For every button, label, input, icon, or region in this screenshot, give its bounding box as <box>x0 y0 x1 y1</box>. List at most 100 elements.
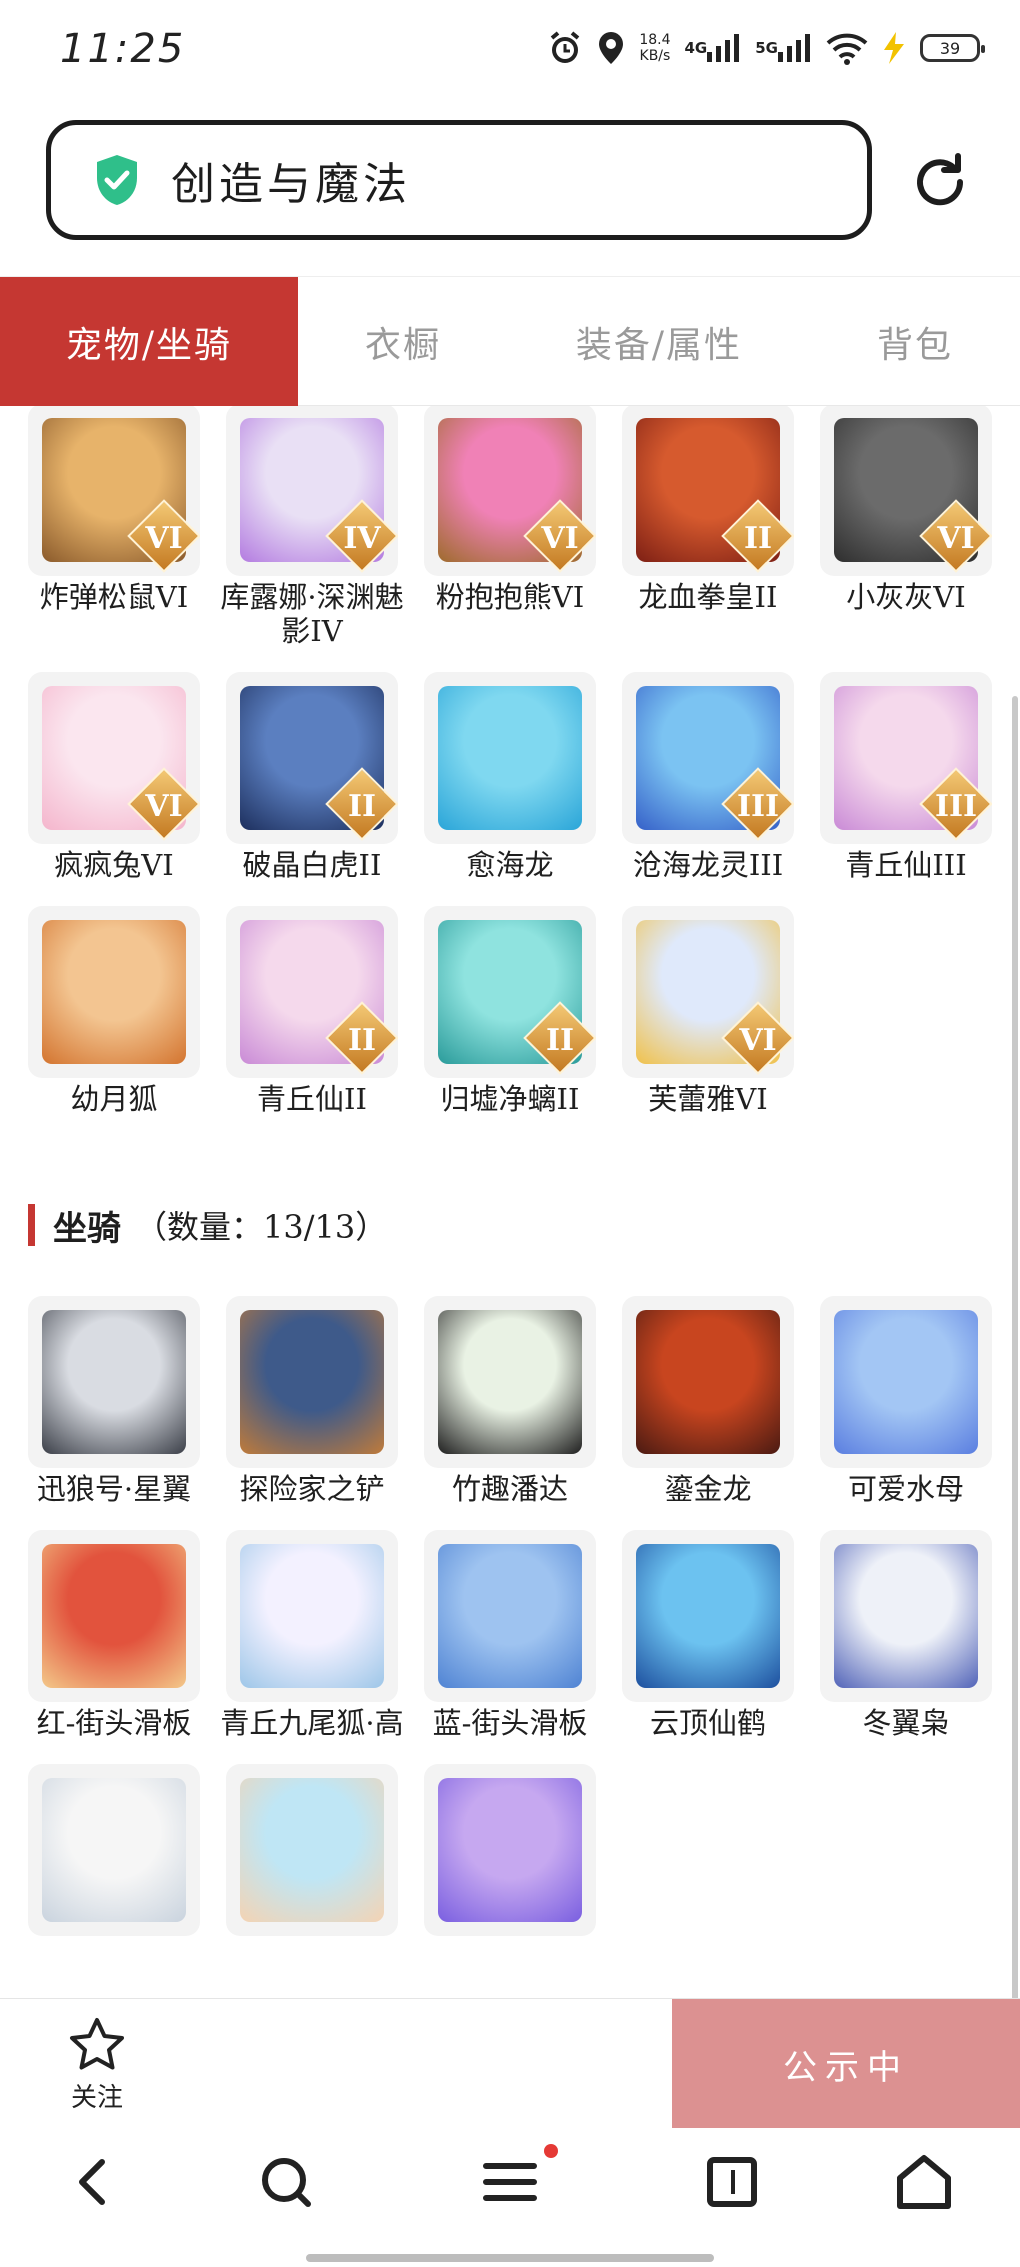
scrollbar[interactable] <box>1012 696 1018 1998</box>
mount-name: 蓝-街头滑板 <box>432 1706 588 1740</box>
mount-item[interactable]: 可爱水母 <box>820 1296 992 1506</box>
mount-item[interactable]: 青丘九尾狐·高 <box>220 1530 404 1740</box>
pet-grid: VI 炸弹松鼠VI IV 库露娜·深渊魅影IV VI 粉抱抱熊VI II 龙血拳皇II VI 小灰… <box>28 406 1018 1116</box>
mount-item[interactable]: 竹趣潘达 <box>424 1296 596 1506</box>
jellyfish-icon <box>834 1310 978 1454</box>
tab-equipment-attributes[interactable]: 装备/属性 <box>508 277 810 407</box>
mount-thumbnail <box>424 1764 596 1936</box>
mount-name: 可爱水母 <box>847 1472 964 1506</box>
tab-wardrobe[interactable]: 衣橱 <box>298 277 508 407</box>
mount-item[interactable] <box>424 1764 596 1940</box>
pet-name: 归墟净螭II <box>440 1082 580 1116</box>
rank-badge-label: IV <box>343 521 381 556</box>
mount-name: 探险家之铲 <box>239 1472 385 1506</box>
pet-item[interactable]: VI 疯疯兔VI <box>28 672 200 882</box>
mount-item[interactable]: 蓝-街头滑板 <box>424 1530 596 1740</box>
signal-4g-label: 4G <box>684 39 708 57</box>
pet-name: 炸弹松鼠VI <box>39 580 189 614</box>
pet-item[interactable]: III 沧海龙灵III <box>622 672 794 882</box>
menu-icon[interactable] <box>480 2152 540 2212</box>
mount-thumbnail <box>226 1764 398 1936</box>
mount-item[interactable]: 迅狼号·星翼 <box>28 1296 200 1506</box>
home-indicator[interactable] <box>306 2254 714 2262</box>
pet-thumbnail: VI <box>622 906 794 1078</box>
tabs-icon[interactable] <box>702 2152 762 2212</box>
mount-thumbnail <box>424 1296 596 1468</box>
mount-name: 迅狼号·星翼 <box>36 1472 192 1506</box>
search-icon[interactable] <box>256 2152 316 2212</box>
pet-thumbnail: II <box>226 906 398 1078</box>
pet-name: 愈海龙 <box>466 848 554 882</box>
blue-skateboard-icon <box>438 1544 582 1688</box>
pet-item[interactable]: II 破晶白虎II <box>226 672 398 882</box>
pet-item[interactable]: VI 小灰灰VI <box>820 406 992 648</box>
pet-name: 沧海龙灵III <box>632 848 784 882</box>
mount-item[interactable]: 云顶仙鹤 <box>622 1530 794 1740</box>
mount-name: 青丘九尾狐·高 <box>220 1706 404 1740</box>
mount-name: 竹趣潘达 <box>451 1472 568 1506</box>
mount-thumbnail <box>226 1530 398 1702</box>
location-icon <box>597 30 625 66</box>
mount-thumbnail <box>28 1764 200 1936</box>
pet-item[interactable]: II 归墟净螭II <box>424 906 596 1116</box>
status-bar: 11:25 18.4 KB/s 4G 5G 39 <box>0 0 1020 110</box>
white-cat-icon <box>42 1778 186 1922</box>
crane-icon <box>636 1544 780 1688</box>
pet-thumbnail: VI <box>424 406 596 576</box>
pet-item[interactable]: III 青丘仙III <box>820 672 992 882</box>
rank-badge-label: III <box>736 789 780 824</box>
pet-item[interactable]: 愈海龙 <box>424 672 596 882</box>
action-bar: 关注 公示中 <box>0 1998 1020 2129</box>
content-area[interactable]: VI 炸弹松鼠VI IV 库露娜·深渊魅影IV VI 粉抱抱熊VI II 龙血拳皇II VI 小灰… <box>0 406 1020 1998</box>
mount-item[interactable]: 探险家之铲 <box>226 1296 398 1506</box>
tab-backpack[interactable]: 背包 <box>810 277 1020 407</box>
back-icon[interactable] <box>64 2152 124 2212</box>
pet-thumbnail: VI <box>820 406 992 576</box>
search-box[interactable]: 创造与魔法 <box>46 120 872 240</box>
net-speed: 18.4 KB/s <box>639 32 670 64</box>
pet-thumbnail: II <box>424 906 596 1078</box>
shovel-icon <box>240 1310 384 1454</box>
mount-thumbnail <box>820 1530 992 1702</box>
mount-item[interactable] <box>28 1764 200 1940</box>
pet-name: 龙血拳皇II <box>638 580 778 614</box>
mount-item[interactable]: 红-街头滑板 <box>28 1530 200 1740</box>
pet-thumbnail: III <box>820 672 992 844</box>
follow-button[interactable]: 关注 <box>60 2017 134 2114</box>
home-icon[interactable] <box>894 2152 954 2212</box>
pet-item[interactable]: 幼月狐 <box>28 906 200 1116</box>
pet-thumbnail: III <box>622 672 794 844</box>
mount-section-count: （数量：13/13） <box>135 1208 388 1246</box>
pet-item[interactable]: IV 库露娜·深渊魅影IV <box>220 406 404 648</box>
mount-item[interactable]: 冬翼枭 <box>820 1530 992 1740</box>
sheep-girl-icon <box>240 1778 384 1922</box>
signal-5g: 5G <box>755 34 812 62</box>
pet-item[interactable]: VI 粉抱抱熊VI <box>424 406 596 648</box>
pet-item[interactable]: II 青丘仙II <box>226 906 398 1116</box>
tab-pets-mounts[interactable]: 宠物/坐骑 <box>0 277 298 407</box>
mount-thumbnail <box>622 1296 794 1468</box>
mount-thumbnail <box>28 1530 200 1702</box>
star-icon <box>70 2018 124 2070</box>
notice-button[interactable]: 公示中 <box>672 1999 1020 2129</box>
wifi-icon <box>826 31 868 65</box>
pet-item[interactable]: VI 芙蕾雅VI <box>622 906 794 1116</box>
rank-badge-label: VI <box>937 521 975 556</box>
rank-badge-label: II <box>545 1023 575 1058</box>
panda-icon <box>438 1310 582 1454</box>
red-skateboard-icon <box>42 1544 186 1688</box>
mount-item[interactable]: 鎏金龙 <box>622 1296 794 1506</box>
nine-tail-fox-icon <box>240 1544 384 1688</box>
refresh-icon[interactable] <box>908 150 972 214</box>
rank-badge-label: VI <box>739 1023 777 1058</box>
pet-thumbnail <box>424 672 596 844</box>
mount-item[interactable] <box>226 1764 398 1940</box>
pet-name: 小灰灰VI <box>846 580 966 614</box>
pet-name: 青丘仙III <box>845 848 967 882</box>
pet-name: 芙蕾雅VI <box>648 1082 768 1116</box>
moon-fox-icon <box>42 920 186 1064</box>
pet-name: 粉抱抱熊VI <box>435 580 585 614</box>
pet-item[interactable]: VI 炸弹松鼠VI <box>28 406 200 648</box>
mount-name: 鎏金龙 <box>664 1472 752 1506</box>
pet-item[interactable]: II 龙血拳皇II <box>622 406 794 648</box>
